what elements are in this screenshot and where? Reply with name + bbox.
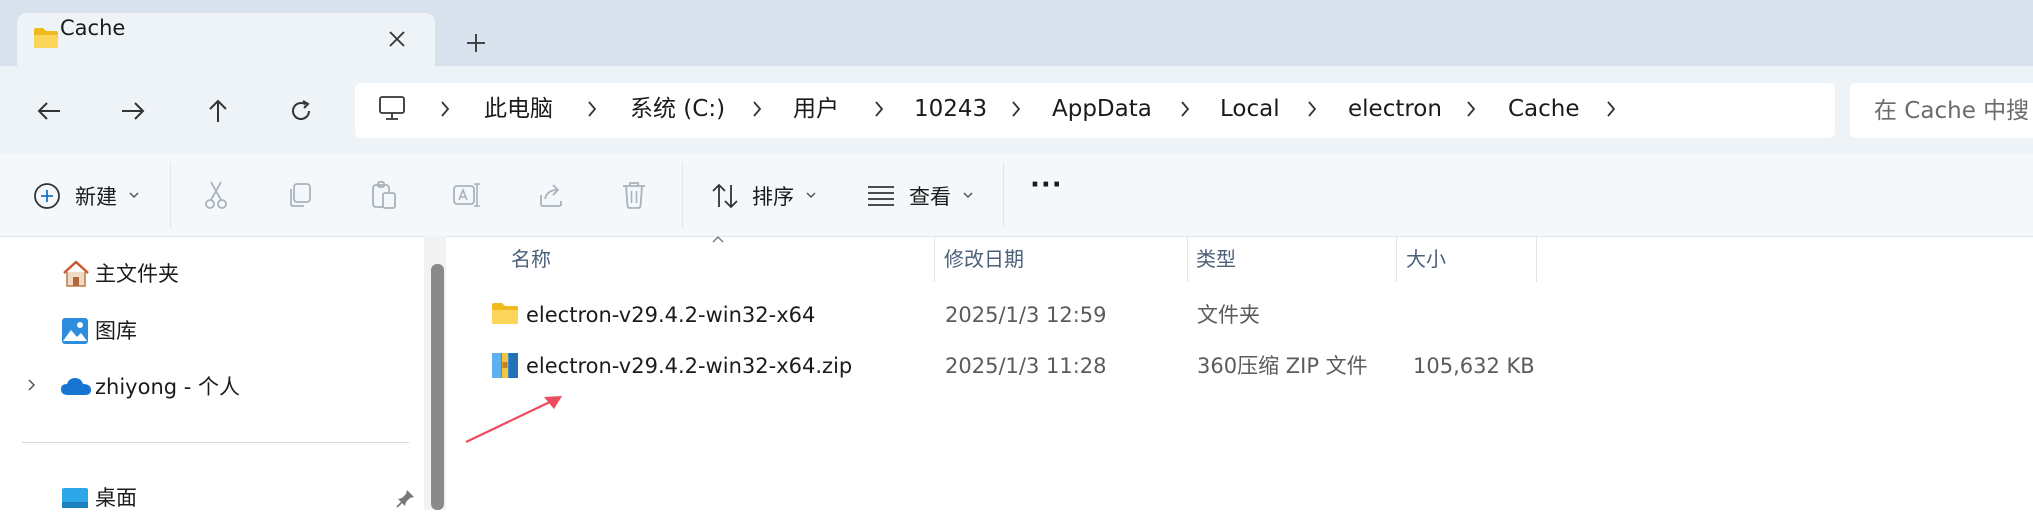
breadcrumb-electron[interactable]: electron: [1348, 94, 1442, 124]
refresh-icon[interactable]: [286, 96, 316, 126]
tab-title: Cache: [60, 16, 126, 40]
file-modified: 2025/1/3 12:59: [945, 303, 1107, 327]
file-name[interactable]: electron-v29.4.2-win32-x64.zip: [526, 352, 852, 380]
onedrive-icon: [60, 376, 92, 396]
toolbar-divider: [1003, 162, 1004, 228]
search-placeholder[interactable]: 在 Cache 中搜: [1874, 96, 2029, 126]
file-type: 360压缩 ZIP 文件: [1197, 354, 1368, 378]
folder-icon: [33, 27, 59, 49]
chevron-down-icon[interactable]: [128, 190, 140, 200]
copy-icon[interactable]: [285, 181, 313, 209]
breadcrumb-users[interactable]: 用户: [793, 94, 839, 124]
view-list-icon[interactable]: [866, 184, 896, 206]
chevron-right-icon[interactable]: [1178, 98, 1192, 120]
paste-icon[interactable]: [370, 180, 398, 210]
column-divider[interactable]: [934, 236, 935, 282]
chevron-down-icon[interactable]: [805, 190, 817, 200]
breadcrumb-cache[interactable]: Cache: [1508, 94, 1580, 124]
column-header-name[interactable]: 名称: [511, 245, 551, 273]
arrow-up-icon[interactable]: [203, 96, 233, 126]
sort-icon[interactable]: [710, 182, 740, 210]
breadcrumb-local[interactable]: Local: [1220, 94, 1280, 124]
column-header-size[interactable]: 大小: [1406, 245, 1446, 273]
sidebar-item-gallery[interactable]: 图库: [95, 317, 137, 345]
arrow-right-icon[interactable]: [118, 96, 148, 126]
cut-icon[interactable]: [202, 180, 230, 210]
file-modified: 2025/1/3 11:28: [945, 354, 1107, 378]
sort-ascending-icon: [711, 234, 725, 244]
column-divider[interactable]: [1536, 236, 1537, 282]
chevron-right-icon[interactable]: [1464, 98, 1478, 120]
breadcrumb-user-folder[interactable]: 10243: [914, 94, 987, 124]
chevron-right-icon[interactable]: [1604, 98, 1618, 120]
chevron-right-icon[interactable]: [438, 98, 452, 120]
share-icon[interactable]: [537, 181, 565, 209]
desktop-icon: [61, 487, 89, 509]
arrow-left-icon[interactable]: [34, 96, 64, 126]
gallery-icon: [61, 317, 89, 345]
chevron-right-icon[interactable]: [1009, 98, 1023, 120]
file-size: 105,632 KB: [1413, 354, 1535, 378]
pin-icon[interactable]: [396, 488, 416, 508]
breadcrumb-this-pc[interactable]: 此电脑: [484, 94, 553, 124]
sort-button[interactable]: 排序: [752, 183, 794, 211]
column-header-type[interactable]: 类型: [1196, 245, 1236, 273]
sidebar-item-onedrive[interactable]: zhiyong - 个人: [95, 373, 240, 401]
computer-icon[interactable]: [378, 95, 406, 121]
zip-archive-icon: [491, 350, 519, 380]
new-button[interactable]: 新建: [75, 183, 117, 211]
column-divider[interactable]: [1396, 236, 1397, 282]
chevron-right-icon[interactable]: [872, 98, 886, 120]
home-icon: [61, 260, 91, 288]
sidebar-scrollbar-thumb[interactable]: [431, 264, 444, 510]
chevron-right-icon[interactable]: [1305, 98, 1319, 120]
folder-icon: [491, 301, 519, 325]
file-type: 文件夹: [1197, 303, 1260, 327]
plus-icon[interactable]: [466, 33, 486, 53]
column-header-modified[interactable]: 修改日期: [944, 245, 1024, 273]
file-name[interactable]: electron-v29.4.2-win32-x64: [526, 301, 815, 329]
sidebar-item-home[interactable]: 主文件夹: [95, 260, 179, 288]
column-divider[interactable]: [1187, 236, 1188, 282]
close-icon[interactable]: [388, 30, 406, 48]
breadcrumb-system-c[interactable]: 系统 (C:): [630, 94, 725, 124]
toolbar-divider: [682, 162, 683, 228]
breadcrumb-appdata[interactable]: AppData: [1052, 94, 1152, 124]
chevron-right-icon[interactable]: [26, 378, 38, 392]
plus-circle-icon[interactable]: [33, 182, 61, 210]
delete-icon[interactable]: [621, 180, 647, 210]
chevron-down-icon[interactable]: [962, 190, 974, 200]
view-button[interactable]: 查看: [909, 183, 951, 211]
annotation-arrow: [465, 396, 562, 443]
chevron-right-icon[interactable]: [750, 98, 764, 120]
sidebar-item-desktop[interactable]: 桌面: [95, 484, 137, 512]
sidebar-divider: [22, 442, 409, 443]
rename-icon[interactable]: [452, 181, 482, 209]
toolbar-divider: [170, 162, 171, 228]
chevron-right-icon[interactable]: [585, 98, 599, 120]
more-options-icon[interactable]: ···: [1030, 170, 1063, 200]
